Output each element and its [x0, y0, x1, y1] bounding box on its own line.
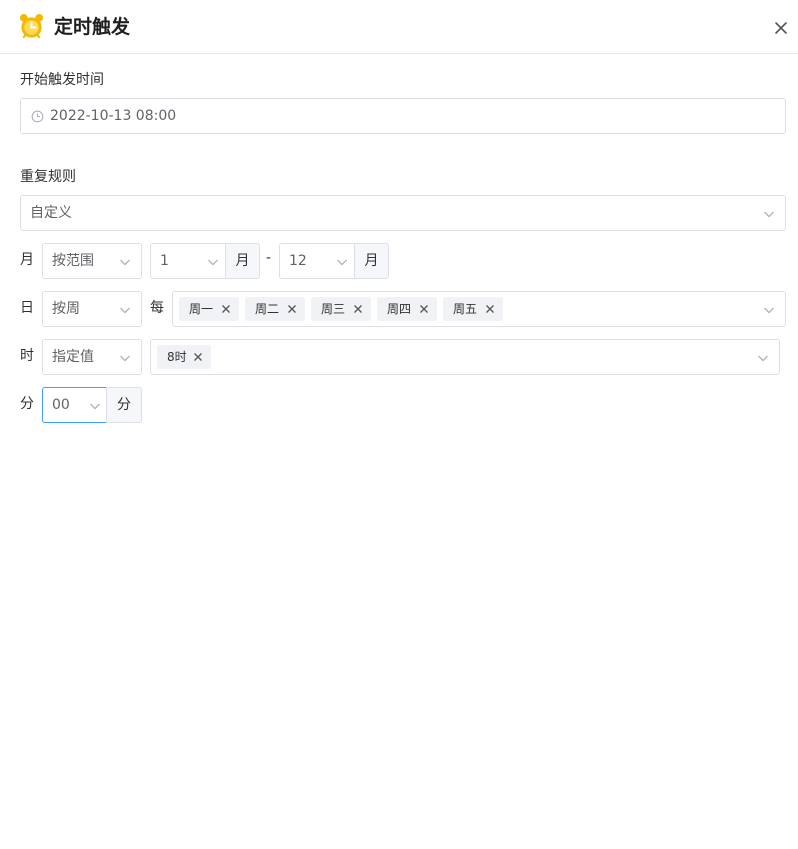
close-icon[interactable]	[419, 304, 429, 314]
weekday-multiselect[interactable]: 周一 周二 周三 周四 周五	[172, 291, 786, 327]
month-from-value: 1	[160, 253, 169, 269]
close-icon[interactable]	[353, 304, 363, 314]
month-mode-value: 按范围	[52, 253, 94, 269]
tag-weekday-1: 周一	[179, 297, 239, 321]
close-icon[interactable]	[772, 19, 790, 37]
tag-weekday-5: 周五	[443, 297, 503, 321]
tag-weekday-4: 周四	[377, 297, 437, 321]
start-time-input[interactable]: 2022-10-13 08:00	[20, 98, 786, 134]
month-from-unit: 月	[225, 243, 260, 279]
each-label: 每	[150, 300, 164, 316]
minute-select[interactable]: 00	[42, 387, 107, 423]
hour-mode-select[interactable]: 指定值	[42, 339, 142, 375]
day-label: 日	[20, 300, 34, 316]
hour-mode-value: 指定值	[52, 349, 94, 365]
chevron-down-icon	[764, 307, 774, 314]
close-icon[interactable]	[193, 352, 203, 362]
month-to-unit: 月	[354, 243, 389, 279]
range-separator: -	[266, 250, 272, 266]
dialog-title: 定时触发	[54, 16, 131, 38]
chevron-down-icon	[90, 403, 100, 410]
month-mode-select[interactable]: 按范围	[42, 243, 142, 279]
chevron-down-icon	[120, 355, 130, 362]
start-time-value: 2022-10-13 08:00	[50, 108, 177, 124]
close-icon[interactable]	[287, 304, 297, 314]
start-time-label: 开始触发时间	[20, 72, 104, 88]
tag-hour: 8时	[157, 345, 211, 369]
tag-label: 周二	[255, 302, 280, 316]
month-to-value: 12	[289, 253, 307, 269]
minute-unit: 分	[106, 387, 142, 423]
month-to-select[interactable]: 12	[279, 243, 355, 279]
month-label: 月	[20, 252, 34, 268]
close-icon[interactable]	[485, 304, 495, 314]
chevron-down-icon	[337, 259, 347, 266]
day-mode-select[interactable]: 按周	[42, 291, 142, 327]
repeat-rule-label: 重复规则	[20, 169, 76, 185]
close-icon[interactable]	[221, 304, 231, 314]
alarm-clock-icon	[19, 13, 44, 39]
tag-label: 8时	[167, 350, 187, 364]
chevron-down-icon	[208, 259, 218, 266]
tag-label: 周五	[453, 302, 478, 316]
tag-weekday-3: 周三	[311, 297, 371, 321]
clock-icon	[31, 110, 44, 123]
repeat-rule-select[interactable]: 自定义	[20, 195, 786, 231]
day-mode-value: 按周	[52, 301, 80, 317]
chevron-down-icon	[120, 259, 130, 266]
tag-label: 周四	[387, 302, 412, 316]
repeat-rule-value: 自定义	[30, 205, 72, 221]
minute-value: 00	[52, 397, 70, 413]
month-from-select[interactable]: 1	[150, 243, 226, 279]
tag-weekday-2: 周二	[245, 297, 305, 321]
chevron-down-icon	[764, 211, 774, 218]
tag-label: 周一	[189, 302, 214, 316]
chevron-down-icon	[758, 355, 768, 362]
hour-label: 时	[20, 348, 34, 364]
dialog-header: 定时触发	[0, 0, 798, 54]
hour-multiselect[interactable]: 8时	[150, 339, 780, 375]
chevron-down-icon	[120, 307, 130, 314]
minute-label: 分	[20, 396, 34, 412]
tag-label: 周三	[321, 302, 346, 316]
